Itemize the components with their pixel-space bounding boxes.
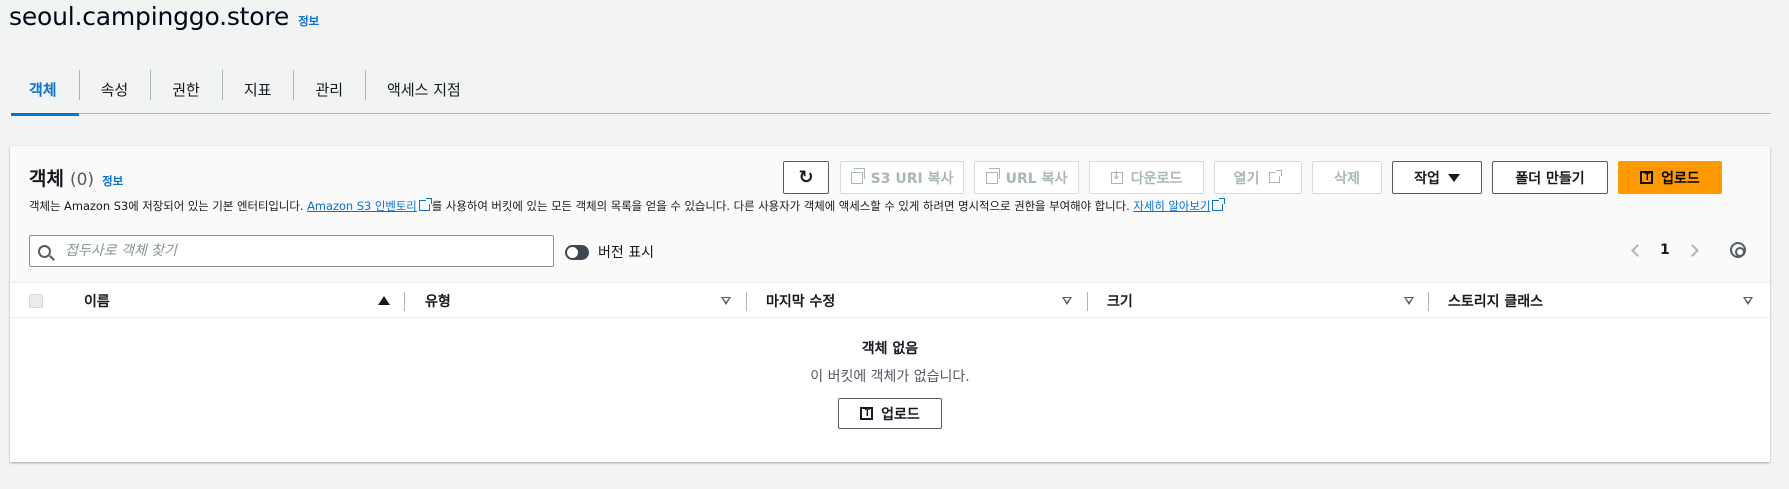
- open-button[interactable]: 열기: [1214, 161, 1302, 194]
- objects-heading: 객체 (0) 정보: [29, 164, 123, 191]
- objects-count: (0): [69, 170, 95, 190]
- info-link[interactable]: 정보: [298, 13, 319, 29]
- copy-s3-uri-button[interactable]: S3 URI 복사: [840, 161, 964, 194]
- sort-ascending-icon[interactable]: [378, 296, 390, 305]
- search-icon: [38, 244, 51, 258]
- select-all-checkbox[interactable]: [29, 294, 43, 308]
- toggle-switch[interactable]: [565, 244, 589, 260]
- upload-icon: [1640, 169, 1654, 184]
- actions-label: 작업: [1414, 170, 1440, 187]
- create-folder-button[interactable]: 폴더 만들기: [1492, 161, 1608, 194]
- tab-bar: 객체 속성 권한 지표 관리 액세스 지점: [11, 64, 1771, 116]
- download-label: 다운로드: [1130, 170, 1183, 187]
- objects-description: 객체는 Amazon S3에 저장되어 있는 기본 엔터티입니다. Amazon…: [29, 198, 1226, 214]
- upload-icon: [860, 405, 874, 420]
- external-link-icon: [1212, 198, 1226, 211]
- empty-upload-button[interactable]: 업로드: [838, 398, 942, 429]
- table-header: 이름 유형 마지막 수정 크기 스토리지 클래스: [10, 282, 1770, 318]
- tab-access-points[interactable]: 액세스 지점: [365, 64, 483, 114]
- download-icon: [1110, 169, 1123, 184]
- external-link-icon: [1269, 170, 1283, 183]
- objects-panel-header: 객체 (0) 정보 객체는 Amazon S3에 저장되어 있는 기본 엔터티입…: [10, 146, 1770, 282]
- page-header: seoul.campinggo.store 정보: [9, 2, 319, 31]
- page-number[interactable]: 1: [1660, 242, 1670, 258]
- empty-message: 이 버킷에 객체가 없습니다.: [810, 369, 970, 385]
- column-divider[interactable]: [1428, 292, 1429, 311]
- column-header-name[interactable]: 이름: [84, 283, 110, 319]
- actions-dropdown[interactable]: 작업: [1392, 161, 1482, 194]
- sort-icon[interactable]: [1062, 297, 1072, 305]
- upload-button[interactable]: 업로드: [1618, 161, 1722, 194]
- tab-objects[interactable]: 객체: [11, 64, 79, 116]
- copy-icon: [850, 167, 865, 184]
- tab-properties[interactable]: 속성: [78, 64, 151, 114]
- tab-management[interactable]: 관리: [293, 64, 365, 114]
- copy-url-label: URL 복사: [1005, 170, 1068, 187]
- chevron-right-icon[interactable]: [1685, 243, 1699, 257]
- column-header-last-modified[interactable]: 마지막 수정: [766, 283, 835, 319]
- objects-title: 객체: [29, 168, 64, 190]
- open-label: 열기: [1233, 170, 1260, 187]
- show-versions-label: 버전 표시: [598, 245, 654, 261]
- learn-more-link[interactable]: 자세히 알아보기: [1133, 199, 1210, 213]
- chevron-left-icon[interactable]: [1631, 243, 1644, 257]
- empty-upload-label: 업로드: [881, 406, 920, 423]
- column-header-storage-class[interactable]: 스토리지 클래스: [1448, 283, 1543, 319]
- sort-icon[interactable]: [1743, 297, 1753, 305]
- external-link-icon: [418, 198, 432, 211]
- desc-middle: 를 사용하여 버킷에 있는 모든 객체의 목록을 얻을 수 있습니다. 다른 사…: [431, 199, 1134, 213]
- objects-info-link[interactable]: 정보: [102, 173, 123, 189]
- objects-panel: 객체 (0) 정보 객체는 Amazon S3에 저장되어 있는 기본 엔터티입…: [10, 146, 1770, 462]
- show-versions-toggle[interactable]: 버전 표시: [565, 242, 654, 262]
- column-header-size[interactable]: 크기: [1107, 283, 1133, 319]
- gear-icon[interactable]: [1730, 242, 1746, 258]
- empty-title: 객체 없음: [861, 341, 919, 357]
- copy-s3-uri-label: S3 URI 복사: [870, 170, 954, 187]
- sort-icon[interactable]: [721, 297, 731, 305]
- column-divider[interactable]: [746, 292, 747, 311]
- refresh-icon: ↻: [798, 166, 814, 188]
- create-folder-label: 폴더 만들기: [1515, 170, 1585, 187]
- bucket-name-title: seoul.campinggo.store: [9, 2, 290, 31]
- empty-state: 객체 없음 이 버킷에 객체가 없습니다. 업로드: [10, 318, 1770, 429]
- refresh-button[interactable]: ↻: [783, 161, 829, 194]
- tab-metrics[interactable]: 지표: [221, 64, 294, 114]
- column-header-type[interactable]: 유형: [425, 283, 451, 319]
- delete-label: 삭제: [1334, 170, 1360, 187]
- column-divider[interactable]: [404, 292, 405, 311]
- desc-prefix: 객체는 Amazon S3에 저장되어 있는 기본 엔터티입니다.: [29, 199, 308, 213]
- pagination: 1: [1631, 242, 1699, 258]
- delete-button[interactable]: 삭제: [1312, 161, 1382, 194]
- copy-url-button[interactable]: URL 복사: [974, 161, 1079, 194]
- sort-icon[interactable]: [1404, 297, 1414, 305]
- column-divider[interactable]: [1087, 292, 1088, 311]
- caret-down-icon: [1447, 173, 1460, 182]
- search-input[interactable]: [63, 242, 533, 260]
- inventory-link[interactable]: Amazon S3 인벤토리: [307, 199, 417, 213]
- upload-label: 업로드: [1661, 170, 1700, 187]
- tab-permissions[interactable]: 권한: [150, 64, 222, 114]
- search-box: [29, 235, 554, 267]
- copy-icon: [985, 167, 1000, 184]
- download-button[interactable]: 다운로드: [1089, 161, 1204, 194]
